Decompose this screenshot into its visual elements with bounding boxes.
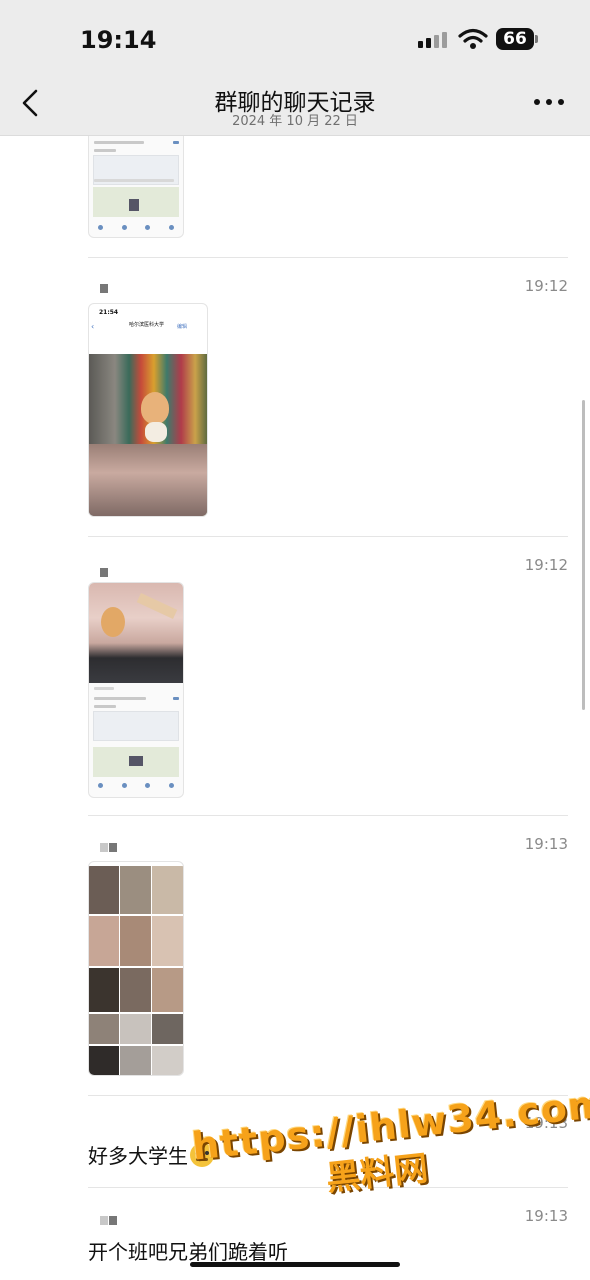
screenshot-edit: 编辑 (177, 324, 188, 330)
screenshot-time: 21:54 (99, 309, 119, 316)
image-attachment[interactable]: 21:54 ‹ 哈尔滨医科大学 编辑 (88, 303, 208, 517)
photo-grid (89, 866, 183, 914)
status-time: 19:14 (80, 26, 157, 54)
battery-icon: 66 (496, 28, 534, 50)
message-divider (88, 257, 568, 258)
sender-avatar[interactable] (100, 1216, 117, 1225)
watermark: https://ihlw34.com 黑料网 (190, 1081, 590, 1213)
message-time: 19:13 (524, 1207, 568, 1225)
message-text: 开个班吧兄弟们跪着听 (88, 1240, 288, 1264)
battery-tip (535, 35, 538, 43)
sender-avatar[interactable] (100, 284, 108, 293)
message-time: 19:12 (524, 277, 568, 295)
screenshot-title: 哈尔滨医科大学 (129, 322, 165, 328)
page-subtitle: 2024 年 10 月 22 日 (232, 114, 358, 129)
message-text-content: 好多大学生 (88, 1144, 188, 1168)
more-icon[interactable] (534, 92, 568, 112)
image-attachment[interactable] (88, 128, 184, 238)
message-divider (88, 815, 568, 816)
sender-avatar[interactable] (100, 568, 108, 577)
chevron-left-icon: ‹ (91, 322, 95, 331)
signal-icon (418, 32, 447, 48)
image-attachment[interactable] (88, 861, 184, 1076)
home-indicator[interactable] (190, 1262, 400, 1267)
message-time: 19:13 (524, 835, 568, 853)
wifi-icon (458, 28, 488, 49)
image-attachment[interactable] (88, 582, 184, 798)
photo (89, 583, 183, 683)
message-divider (88, 536, 568, 537)
sender-avatar[interactable] (100, 843, 117, 852)
message-time: 19:12 (524, 556, 568, 574)
navigation-header: 19:14 66 群聊的聊天记录 2024 年 10 月 22 日 (0, 0, 590, 136)
scrollbar[interactable] (582, 400, 585, 710)
